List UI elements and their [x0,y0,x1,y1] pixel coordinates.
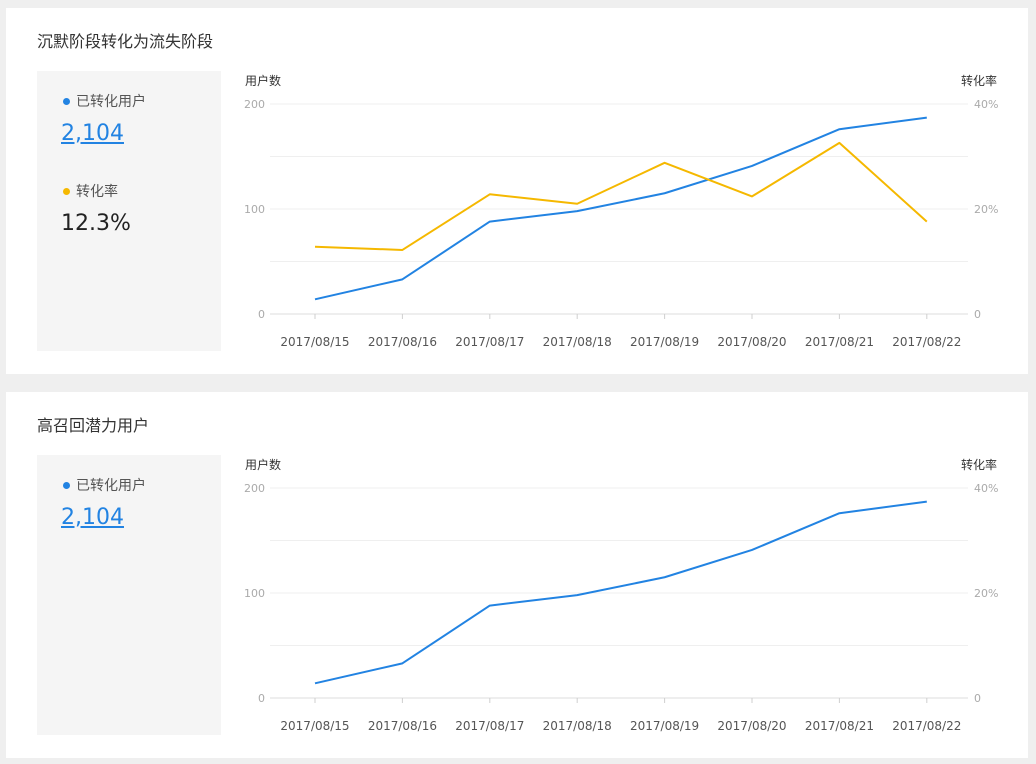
x-tick-label: 2017/08/21 [805,719,874,733]
x-tick-label: 2017/08/22 [892,335,961,349]
series-line-conversion-rate [314,141,928,251]
panel-silent-to-lost: 沉默阶段转化为流失阶段 已转化用户 2,104 转化率 12.3% 用户数 转化率… [6,8,1028,374]
x-tick-label: 2017/08/15 [280,719,349,733]
x-tick-label: 2017/08/20 [717,335,786,349]
y-tick-label: 100 [244,203,265,216]
y-axis-title: 用户数 [245,73,281,88]
x-tick-label: 2017/08/18 [543,719,612,733]
x-tick-label: 2017/08/19 [630,335,699,349]
series-line-converted-users [314,500,927,685]
y2-tick-label: 20% [974,587,998,600]
x-tick-label: 2017/08/18 [543,335,612,349]
y2-tick-label: 0 [974,692,981,705]
y-tick-label: 0 [258,308,265,321]
y2-tick-label: 40% [974,482,998,495]
x-tick-label: 2017/08/16 [368,335,437,349]
y2-tick-label: 0 [974,308,981,321]
x-tick-label: 2017/08/17 [455,719,524,733]
y2-axis-title: 转化率 [961,457,997,472]
y-tick-label: 100 [244,587,265,600]
x-tick-label: 2017/08/21 [805,335,874,349]
x-tick-label: 2017/08/22 [892,719,961,733]
line-chart: 用户数 转化率 0 100 200 0 20% 40% 2017/08/15 2017/08/16… [244,457,998,733]
x-tick-label: 2017/08/17 [455,335,524,349]
line-chart: 用户数 转化率 0 100 200 0 20% 40% 2017/08/15 2017/08/16… [244,73,998,349]
y-tick-label: 200 [244,482,265,495]
x-tick-label: 2017/08/15 [280,335,349,349]
panel-high-recall-potential: 高召回潜力用户 已转化用户 2,104 用户数 转化率 0 100 200 0 20% 40%… [6,392,1028,758]
y-axis-title: 用户数 [245,457,281,472]
y-tick-label: 0 [258,692,265,705]
y2-tick-label: 20% [974,203,998,216]
x-tick-label: 2017/08/19 [630,719,699,733]
y2-axis-title: 转化率 [961,73,997,88]
x-tick-label: 2017/08/20 [717,719,786,733]
y2-tick-label: 40% [974,98,998,111]
x-tick-label: 2017/08/16 [368,719,437,733]
y-tick-label: 200 [244,98,265,111]
